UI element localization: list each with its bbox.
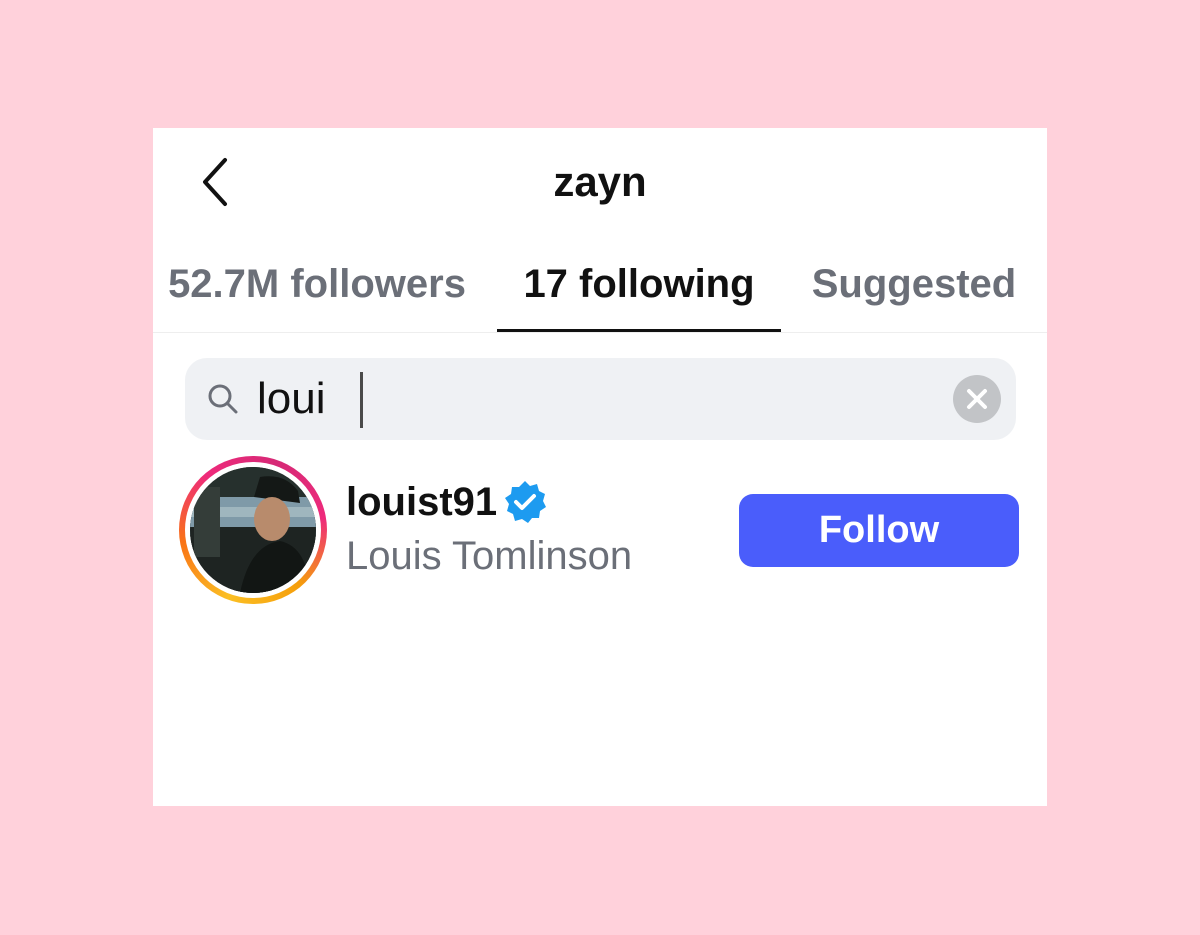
verified-badge-icon xyxy=(505,481,546,523)
following-panel: zayn 52.7M followers 17 following Sugges… xyxy=(153,128,1047,806)
tab-following-label: 17 following xyxy=(523,262,755,306)
search-input[interactable] xyxy=(257,370,937,428)
avatar-photo xyxy=(190,467,316,593)
clear-icon[interactable] xyxy=(953,375,1001,423)
tab-bar: 52.7M followers 17 following Suggested xyxy=(153,256,1047,332)
tab-suggested[interactable]: Suggested xyxy=(809,256,1019,332)
username[interactable]: louist91 xyxy=(346,476,497,528)
divider xyxy=(153,332,1047,333)
page-title: zayn xyxy=(553,158,647,205)
tab-following[interactable]: 17 following xyxy=(497,256,781,332)
tab-followers[interactable]: 52.7M followers xyxy=(165,256,469,332)
list-item[interactable]: louist91 Louis Tomlinson Follow xyxy=(153,454,1047,604)
search-bar xyxy=(185,358,1016,440)
text-caret xyxy=(360,372,363,428)
story-ring[interactable] xyxy=(179,456,327,604)
full-name: Louis Tomlinson xyxy=(346,534,633,578)
follow-button[interactable]: Follow xyxy=(739,494,1019,567)
avatar xyxy=(190,467,316,593)
search-icon xyxy=(208,384,238,414)
